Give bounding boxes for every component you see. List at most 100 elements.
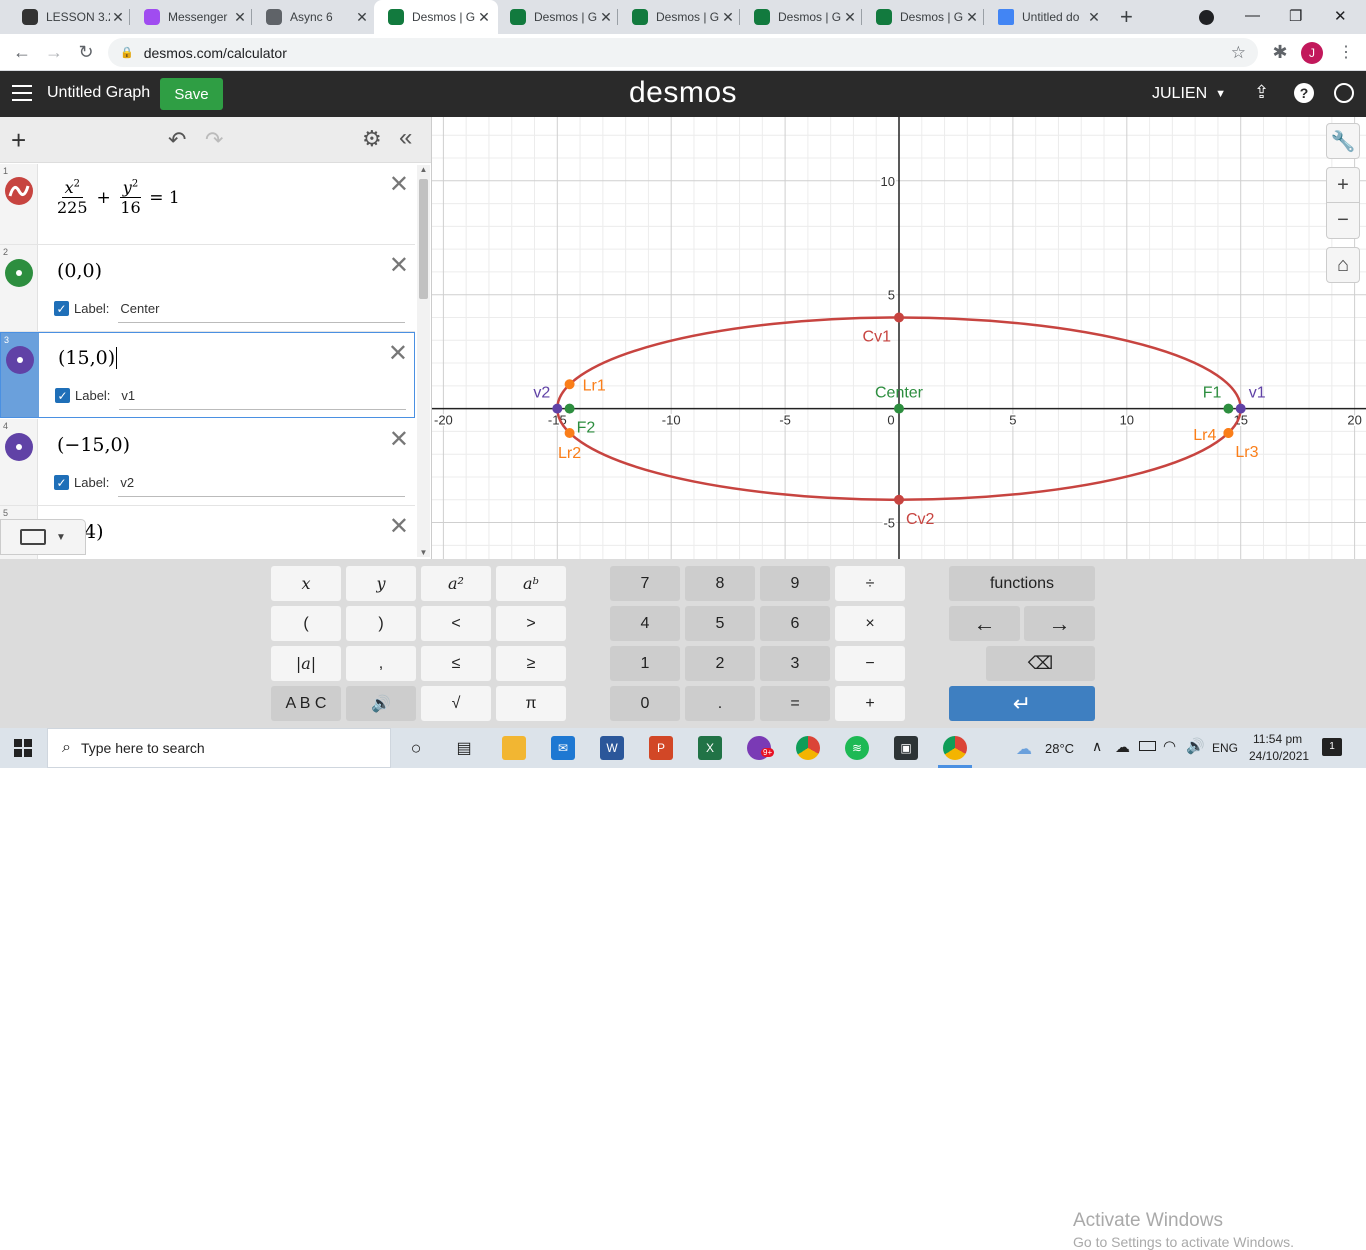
volume-icon[interactable]: 🔊 [1186,737,1205,755]
keypad-key[interactable]: aᵇ [496,566,566,601]
point-cv2[interactable] [894,494,904,505]
save-button[interactable]: Save [160,78,223,110]
word-icon[interactable]: W [600,736,624,760]
keypad-key[interactable]: < [421,606,491,641]
browser-tab[interactable]: LESSON 3.2 ✕ [8,0,132,34]
input-language[interactable]: ENG [1212,741,1238,755]
zoom-in-icon[interactable]: + [1326,167,1360,203]
keypad-key[interactable]: 4 [610,606,680,641]
keypad-key[interactable]: √ [421,686,491,721]
wifi-icon[interactable]: ◠ [1163,737,1176,755]
share-icon[interactable]: ⇪ [1254,82,1269,103]
browser-tab[interactable]: Desmos | G ✕ [496,0,620,34]
close-tab-icon[interactable]: ✕ [354,9,370,26]
keypad-key[interactable]: 6 [760,606,830,641]
point-math[interactable]: (0,0) [57,260,102,282]
keypad-key[interactable]: |a| [271,646,341,681]
keypad-key[interactable]: ÷ [835,566,905,601]
graph-svg[interactable]: -20 -15 -10 -5 0 5 10 15 20105-5Center v1v2 F1F2Cv… [432,117,1366,559]
chrome-profile-icon[interactable] [943,736,967,760]
point-cv1[interactable] [894,312,904,323]
keypad-key[interactable]: = [760,686,830,721]
label-toggle[interactable]: ✓ Label: v2 [54,475,134,490]
language-globe-icon[interactable] [1334,83,1354,103]
spotify-icon[interactable]: ≋ [845,736,869,760]
address-bar[interactable]: 🔒 desmos.com/calculator ☆ [108,38,1258,67]
windows-start-icon[interactable] [14,739,32,757]
settings-gear-icon[interactable]: ⚙ [362,126,382,152]
clock-time[interactable]: 11:54 pm [1253,732,1302,746]
browser-tab[interactable]: Untitled do ✕ [984,0,1108,34]
keypad-key[interactable]: ≥ [496,646,566,681]
browser-tab[interactable]: Desmos | G ✕ [862,0,986,34]
close-tab-icon[interactable]: ✕ [964,9,980,26]
keypad-key[interactable]: 1 [610,646,680,681]
point-math[interactable]: 4) [84,521,104,543]
keypad-key[interactable]: + [835,686,905,721]
notification-center-icon[interactable]: 1 [1322,738,1342,756]
maximize-icon[interactable]: ❐ [1289,7,1302,25]
zoom-out-icon[interactable]: − [1326,203,1360,239]
graph-paper[interactable]: -20 -15 -10 -5 0 5 10 15 20 10 5 -5 Center v1 v2 F1 F2 Cv… [432,117,1366,559]
keypad-key[interactable]: − [835,646,905,681]
checkbox-checked-icon[interactable]: ✓ [54,301,69,316]
ellipse-equation[interactable]: x2 225 + y2 16 = 1 [57,178,180,217]
add-expression-icon[interactable]: + [11,125,26,156]
functions-button[interactable]: functions [949,566,1095,601]
keypad-key[interactable]: ) [346,606,416,641]
close-tab-icon[interactable]: ✕ [476,9,492,26]
graph-settings-wrench-icon[interactable]: 🔧 [1326,123,1360,159]
browser-menu-icon[interactable]: ⋮ [1334,40,1358,64]
tab-search-icon[interactable] [1199,10,1214,25]
weather-icon[interactable]: ☁ [1016,739,1032,759]
bookmark-star-icon[interactable]: ☆ [1231,43,1246,63]
keypad-key[interactable]: 3 [760,646,830,681]
keypad-key[interactable]: a² [421,566,491,601]
browser-tab[interactable]: Async 6 ✕ [252,0,376,34]
close-tab-icon[interactable]: ✕ [232,9,248,26]
point-lr2[interactable] [564,428,575,439]
left-arrow-key[interactable]: ← [949,606,1020,641]
forward-icon[interactable]: → [42,40,66,64]
point-f2[interactable] [564,403,575,414]
label-input[interactable]: Center [120,301,159,316]
backspace-key[interactable]: ⌫ [986,646,1095,681]
minimize-icon[interactable]: — [1245,7,1260,24]
checkbox-checked-icon[interactable]: ✓ [54,475,69,490]
right-arrow-key[interactable]: → [1024,606,1095,641]
chrome-icon[interactable] [796,736,820,760]
point-center[interactable] [894,403,904,414]
enter-key[interactable]: ↵ [949,686,1095,721]
label-input[interactable]: v2 [120,475,134,490]
keypad-key[interactable]: 0 [610,686,680,721]
expression-row[interactable]: 4 ✕ (−15,0) ✓ Label: v2 [0,419,415,506]
task-view-icon[interactable]: ▤ [452,736,476,760]
keypad-key[interactable]: A B C [271,686,341,721]
user-menu[interactable]: JULIEN ▼ [1152,85,1226,103]
help-icon[interactable]: ? [1294,83,1314,103]
onedrive-icon[interactable]: ☁ [1115,738,1130,756]
label-toggle[interactable]: ✓ Label: v1 [55,388,135,403]
keypad-key[interactable]: 5 [685,606,755,641]
cortana-circle-icon[interactable]: ○ [404,736,428,760]
graph-title[interactable]: Untitled Graph [47,84,150,102]
browser-tab[interactable]: Desmos | G ✕ [618,0,742,34]
point-color-icon[interactable] [5,259,33,287]
keypad-key[interactable]: 9 [760,566,830,601]
expression-row[interactable]: 2 ✕ (0,0) ✓ Label: Center [0,245,415,332]
reload-icon[interactable]: ↻ [74,40,98,64]
delete-expression-icon[interactable]: ✕ [389,425,409,454]
scrollbar-thumb[interactable] [419,179,428,299]
undo-icon[interactable]: ↶ [168,127,186,153]
keypad-key[interactable]: ( [271,606,341,641]
point-color-icon[interactable] [5,433,33,461]
keypad-key[interactable]: π [496,686,566,721]
excel-icon[interactable]: X [698,736,722,760]
temperature[interactable]: 28°C [1045,741,1074,756]
back-icon[interactable]: ← [10,40,34,64]
keypad-key[interactable]: ≤ [421,646,491,681]
expression-row-selected[interactable]: 3 ✕ (15,0)​ ✓ Label: v1 [0,332,415,418]
checkbox-checked-icon[interactable]: ✓ [55,388,70,403]
collapse-panel-icon[interactable]: « [399,124,412,152]
redo-icon[interactable]: ↷ [205,127,223,153]
